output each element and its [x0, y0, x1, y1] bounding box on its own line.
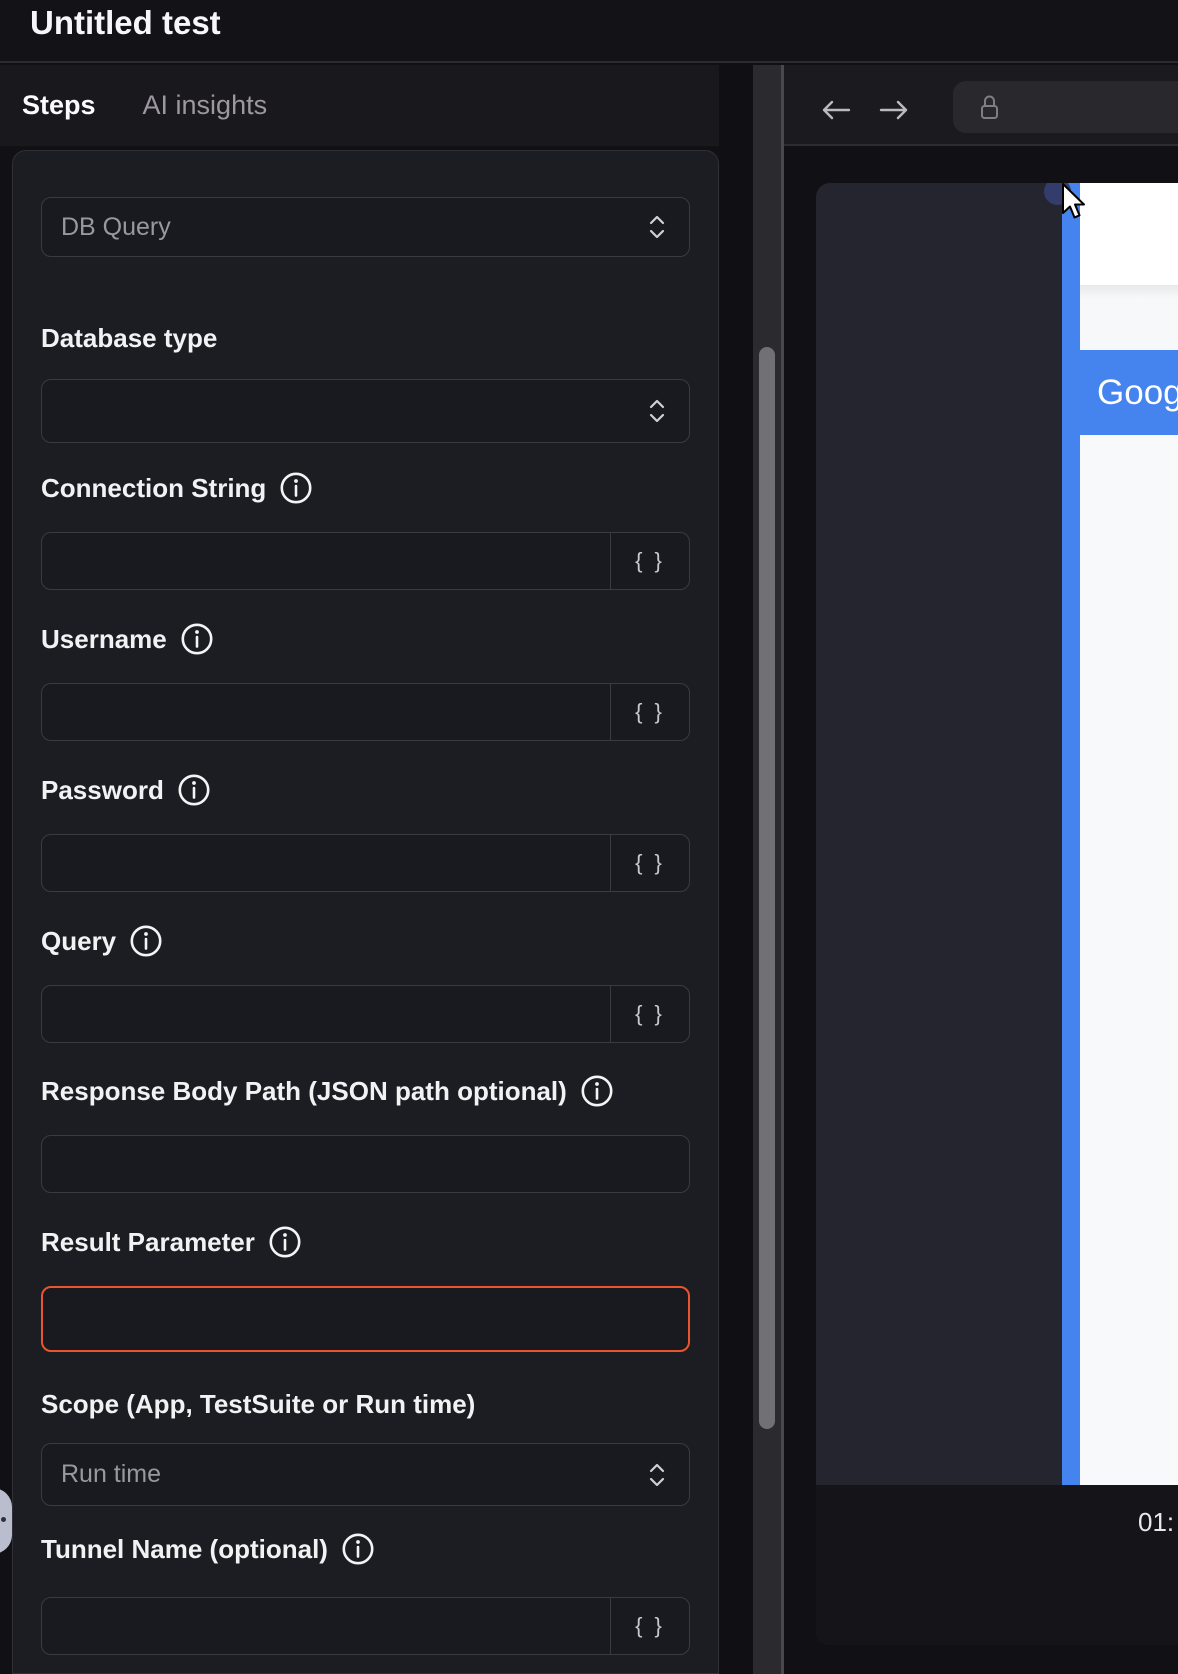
info-icon[interactable] [341, 1532, 375, 1566]
insert-variable-button[interactable]: { } [610, 533, 689, 589]
tab-steps[interactable]: Steps [22, 90, 96, 121]
query-input[interactable]: { } [41, 985, 690, 1043]
field-label-response-body-path: Response Body Path (JSON path optional) [41, 1073, 614, 1109]
database-type-select[interactable] [41, 379, 690, 443]
lock-icon [979, 92, 1000, 122]
chevron-up-down-icon [649, 1463, 665, 1487]
field-label-result-parameter: Result Parameter [41, 1224, 302, 1260]
result-parameter-input[interactable] [41, 1286, 690, 1352]
back-button[interactable] [820, 98, 852, 122]
forward-button[interactable] [878, 98, 910, 122]
preview-page-body [1080, 435, 1178, 1485]
arrow-right-icon [878, 98, 910, 122]
password-input[interactable]: { } [41, 834, 690, 892]
chevron-up-down-icon [649, 399, 665, 423]
app-window: Untitled test Steps AI insights [0, 0, 1178, 1674]
info-icon[interactable] [129, 924, 163, 958]
chevron-up-down-icon [649, 215, 665, 239]
field-label-query: Query [41, 923, 163, 959]
info-icon[interactable] [177, 773, 211, 807]
title-bar: Untitled test [0, 0, 1178, 63]
step-type-value: DB Query [61, 213, 171, 242]
remote-browser-viewport[interactable]: Goog [816, 183, 1178, 1485]
insert-variable-button[interactable]: { } [610, 684, 689, 740]
preview-page-heading: Goog [1097, 373, 1178, 413]
arrow-left-icon [820, 98, 852, 122]
tab-ai-insights[interactable]: AI insights [143, 90, 268, 121]
field-label-tunnel-name: Tunnel Name (optional) [41, 1531, 375, 1567]
handle-dot [1, 1517, 6, 1522]
preview-timestamp: 01: [1138, 1507, 1174, 1538]
response-body-path-input[interactable] [41, 1135, 690, 1193]
info-icon[interactable] [580, 1074, 614, 1108]
username-input[interactable]: { } [41, 683, 690, 741]
preview-status-bar: 01: [816, 1485, 1178, 1645]
tab-bar: Steps AI insights [0, 65, 719, 146]
field-label-username: Username [41, 621, 214, 657]
live-preview-card: Goog 01: [816, 183, 1178, 1645]
connection-string-input[interactable]: { } [41, 532, 690, 590]
field-label-password: Password [41, 772, 211, 808]
field-label-connection-string: Connection String [41, 470, 313, 506]
divider-line [781, 65, 784, 1674]
info-icon[interactable] [268, 1225, 302, 1259]
panel-divider [719, 65, 784, 1674]
browser-toolbar [784, 65, 1178, 146]
insert-variable-button[interactable]: { } [610, 986, 689, 1042]
info-icon[interactable] [279, 471, 313, 505]
scope-select[interactable]: Run time [41, 1443, 690, 1506]
step-type-select[interactable]: DB Query [41, 197, 690, 257]
mouse-pointer-icon [1061, 183, 1099, 223]
address-bar[interactable] [953, 81, 1178, 133]
field-label-database-type: Database type [41, 320, 217, 356]
scrollbar-thumb[interactable] [759, 347, 775, 1429]
insert-variable-button[interactable]: { } [610, 835, 689, 891]
tunnel-name-input[interactable]: { } [41, 1597, 690, 1655]
info-icon[interactable] [180, 622, 214, 656]
edge-floating-handle[interactable] [0, 1488, 12, 1554]
field-label-scope: Scope (App, TestSuite or Run time) [41, 1386, 475, 1422]
preview-page-gray-band [1080, 285, 1178, 350]
insert-variable-button[interactable]: { } [610, 1598, 689, 1654]
preview-blue-banner: Goog [1062, 350, 1178, 435]
page-title: Untitled test [30, 1, 221, 45]
